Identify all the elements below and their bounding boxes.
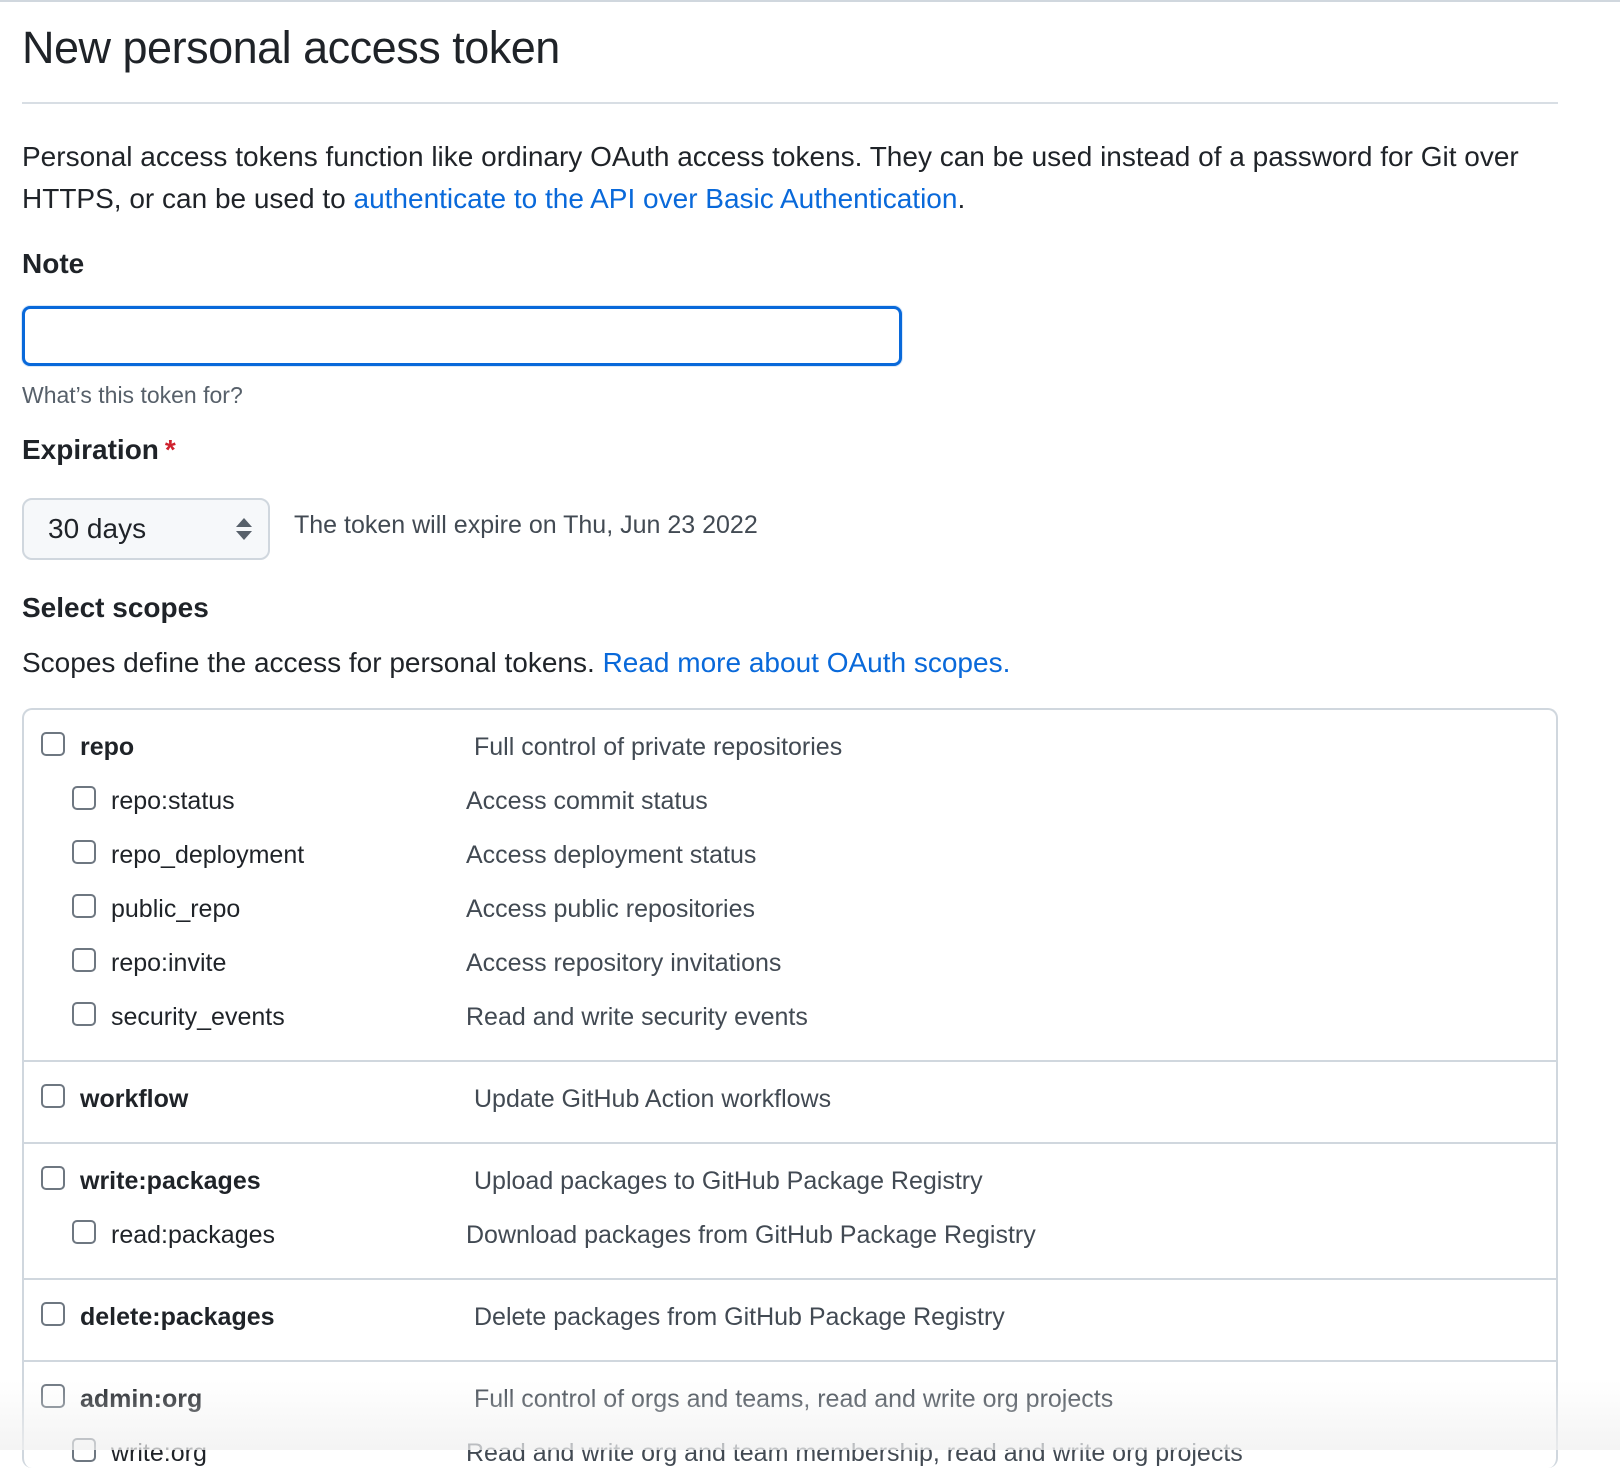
subscope-row: public_repo Access public repositories [24, 886, 1556, 940]
scope-row: repo Full control of private repositories [24, 724, 1556, 778]
select-arrows-icon [236, 518, 252, 542]
scope-row: write:packages Upload packages to GitHub … [24, 1158, 1556, 1212]
scope-description: Download packages from GitHub Package Re… [466, 1221, 1036, 1249]
scope-checkbox[interactable] [72, 948, 96, 972]
subscope-row: read:packages Download packages from GitH… [24, 1212, 1556, 1266]
scope-checkbox[interactable] [72, 1220, 96, 1244]
expiration-label: Expiration * [22, 434, 176, 466]
top-border [0, 0, 1620, 2]
scope-checkbox[interactable] [72, 786, 96, 810]
scope-description: Delete packages from GitHub Package Regi… [474, 1303, 1005, 1331]
intro-paragraph: Personal access tokens function like ord… [22, 136, 1552, 220]
page-title: New personal access token [22, 22, 560, 73]
note-hint: What’s this token for? [22, 382, 243, 408]
scope-description: Upload packages to GitHub Package Regist… [474, 1167, 983, 1195]
required-asterisk: * [164, 434, 176, 465]
subscope-row: repo:invite Access repository invitations [24, 940, 1556, 994]
scope-checkbox[interactable] [41, 1084, 65, 1108]
subscope-row: repo:status Access commit status [24, 778, 1556, 832]
basic-auth-link[interactable]: authenticate to the API over Basic Authe… [354, 183, 958, 214]
scope-row: delete:packages Delete packages from GitH… [24, 1294, 1556, 1348]
scope-name[interactable]: write:packages [80, 1167, 261, 1196]
scope-name[interactable]: admin:org [80, 1385, 202, 1414]
expiration-label-text: Expiration [22, 434, 159, 465]
scopes-list: repo Full control of private repositories… [22, 708, 1558, 1468]
scope-description: Read and write security events [466, 1003, 808, 1031]
scope-description: Access repository invitations [466, 949, 782, 977]
oauth-scopes-link[interactable]: Read more about OAuth scopes. [603, 647, 1011, 678]
scope-row: workflow Update GitHub Action workflows [24, 1076, 1556, 1130]
scope-checkbox[interactable] [72, 1438, 96, 1462]
subscope-row: repo_deployment Access deployment status [24, 832, 1556, 886]
expiration-info: The token will expire on Thu, Jun 23 202… [294, 511, 758, 539]
scope-name[interactable]: workflow [80, 1085, 188, 1114]
scope-group: admin:org Full control of orgs and teams,… [24, 1362, 1556, 1468]
scope-name[interactable]: security_events [111, 1003, 285, 1032]
scope-description: Update GitHub Action workflows [474, 1085, 832, 1113]
scope-checkbox[interactable] [72, 840, 96, 864]
scope-name[interactable]: read:packages [111, 1221, 275, 1250]
scope-description: Access commit status [466, 787, 708, 815]
scope-checkbox[interactable] [41, 1166, 65, 1190]
intro-text-end: . [957, 183, 966, 214]
scope-description: Full control of orgs and teams, read and… [474, 1385, 1114, 1413]
scope-description: Access deployment status [466, 841, 757, 869]
scope-group: write:packages Upload packages to GitHub … [24, 1144, 1556, 1280]
scope-checkbox[interactable] [72, 1002, 96, 1026]
scope-name[interactable]: repo [80, 733, 134, 762]
scope-description: Access public repositories [466, 895, 756, 923]
scope-name[interactable]: repo_deployment [111, 841, 304, 870]
scope-checkbox[interactable] [41, 1384, 65, 1408]
scope-row: admin:org Full control of orgs and teams,… [24, 1376, 1556, 1430]
scope-name[interactable]: delete:packages [80, 1303, 275, 1332]
scope-description: Full control of private repositories [474, 733, 843, 761]
scope-checkbox[interactable] [72, 894, 96, 918]
title-divider [22, 102, 1558, 104]
scope-name[interactable]: write:org [111, 1439, 207, 1468]
scope-group: delete:packages Delete packages from GitH… [24, 1280, 1556, 1362]
scope-name[interactable]: public_repo [111, 895, 240, 924]
expiration-selected-value: 30 days [48, 513, 147, 544]
subscope-row: security_events Read and write security e… [24, 994, 1556, 1048]
scope-name[interactable]: repo:invite [111, 949, 226, 978]
scope-description: Read and write org and team membership, … [466, 1439, 1243, 1467]
expiration-select[interactable]: 30 days [22, 498, 270, 560]
scope-checkbox[interactable] [41, 1302, 65, 1326]
scopes-description-text: Scopes define the access for personal to… [22, 647, 603, 678]
note-input[interactable] [22, 306, 902, 366]
select-scopes-label: Select scopes [22, 592, 209, 623]
scope-checkbox[interactable] [41, 732, 65, 756]
scope-group: repo Full control of private repositories… [24, 710, 1556, 1062]
note-label: Note [22, 248, 85, 279]
subscope-row: write:org Read and write org and team mem… [24, 1430, 1556, 1468]
scopes-description: Scopes define the access for personal to… [22, 647, 1010, 679]
scope-name[interactable]: repo:status [111, 787, 235, 816]
scope-group: workflow Update GitHub Action workflows [24, 1062, 1556, 1144]
